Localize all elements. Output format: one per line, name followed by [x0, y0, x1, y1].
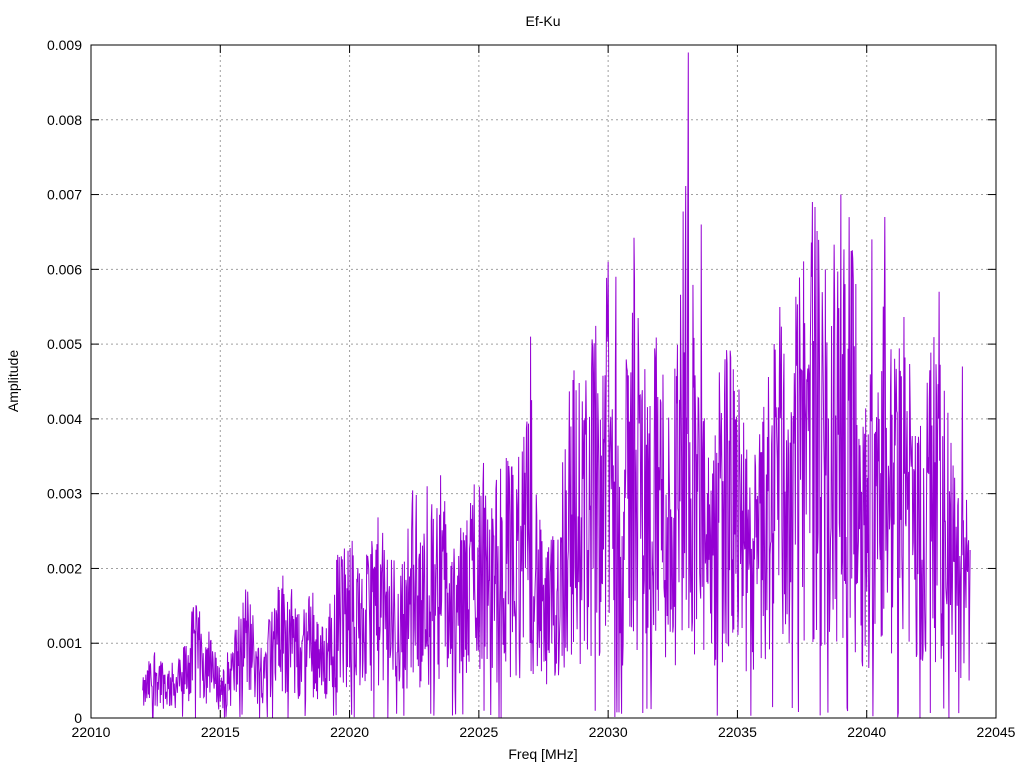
y-tick-label: 0.008: [47, 112, 82, 128]
x-tick-label: 22025: [459, 724, 498, 740]
y-tick-label: 0.003: [47, 486, 82, 502]
x-axis-label: Freq [MHz]: [508, 746, 577, 762]
chart-title: Ef-Ku: [525, 13, 560, 29]
x-tick-label: 22030: [589, 724, 628, 740]
series-line: [142, 52, 971, 719]
y-tick-label: 0.005: [47, 336, 82, 352]
y-axis-label: Amplitude: [5, 350, 21, 412]
x-tick-label: 22045: [977, 724, 1016, 740]
y-tick-label: 0.007: [47, 187, 82, 203]
x-tick-label: 22040: [847, 724, 886, 740]
y-tick-label: 0.001: [47, 635, 82, 651]
x-tick-label: 22020: [330, 724, 369, 740]
y-tick-label: 0.002: [47, 560, 82, 576]
x-tick-label: 22010: [72, 724, 111, 740]
y-tick-label: 0.006: [47, 261, 82, 277]
x-tick-label: 22035: [718, 724, 757, 740]
y-tick-label: 0.009: [47, 37, 82, 53]
series-area: [142, 52, 971, 719]
y-tick-label: 0.004: [47, 411, 82, 427]
chart: 00.0010.0020.0030.0040.0050.0060.0070.00…: [5, 13, 1016, 762]
x-tick-label: 22015: [201, 724, 240, 740]
